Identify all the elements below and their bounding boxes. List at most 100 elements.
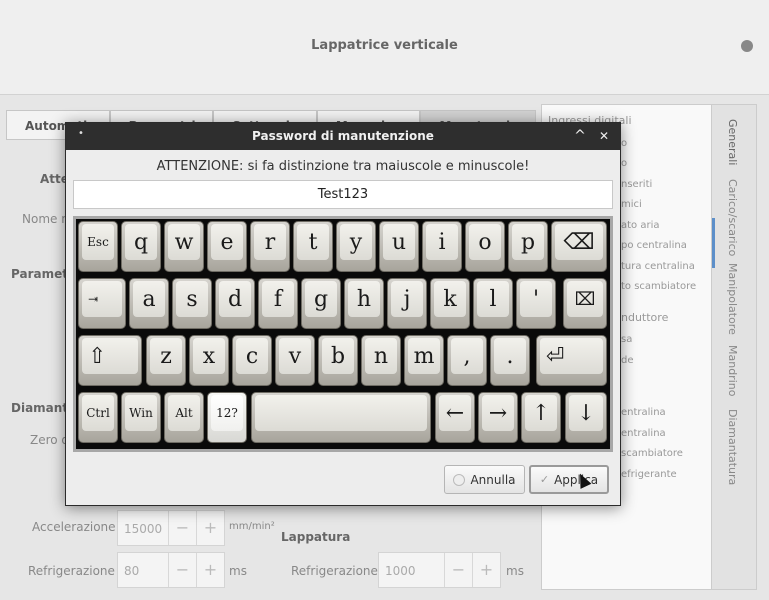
key-label: Ctrl [82, 395, 114, 431]
delete-icon: ⌧ [567, 281, 603, 317]
key-a[interactable]: a [129, 278, 169, 329]
refrig-plus-button[interactable]: + [196, 553, 224, 587]
accel-stepper[interactable]: 15000 − + [117, 510, 225, 546]
key-c[interactable]: c [232, 335, 272, 386]
accel-minus-button[interactable]: − [168, 511, 196, 545]
key-win[interactable]: Win [121, 392, 161, 443]
key-p[interactable]: p [508, 221, 548, 272]
close-icon[interactable]: ✕ [594, 126, 614, 146]
list-item: o [621, 138, 628, 149]
key-f[interactable]: f [258, 278, 298, 329]
key-j[interactable]: j [387, 278, 427, 329]
key-alt[interactable]: Alt [164, 392, 204, 443]
key-down[interactable]: ↓ [565, 392, 607, 443]
key-l[interactable]: l [473, 278, 513, 329]
list-item: mici [621, 199, 642, 210]
key-enter[interactable]: ⏎ [536, 335, 607, 386]
refrig-stepper[interactable]: 80 − + [117, 552, 225, 588]
key-ctrl[interactable]: Ctrl [78, 392, 118, 443]
vtab-diamantatura[interactable]: Diamantatura [726, 409, 739, 485]
key-e[interactable]: e [207, 221, 247, 272]
key-z[interactable]: z [146, 335, 186, 386]
check-icon: ✓ [539, 473, 550, 486]
key-label: o [469, 224, 501, 260]
list-item: de [621, 355, 634, 366]
refrig-label: Refrigerazione [28, 564, 115, 578]
key-h[interactable]: h [344, 278, 384, 329]
refrig2-stepper[interactable]: 1000 − + [378, 552, 501, 588]
accel-plus-button[interactable]: + [196, 511, 224, 545]
app-header: Lappatrice verticale [0, 0, 769, 95]
list-item: nseriti [621, 179, 653, 190]
key-label: Win [125, 395, 157, 431]
key-label: b [322, 338, 354, 374]
power-icon[interactable] [741, 40, 753, 52]
key-space[interactable] [251, 392, 431, 443]
vtab-carico-scarico[interactable]: Carico/scarico [726, 179, 739, 256]
key-esc[interactable]: Esc [78, 221, 118, 272]
vertical-tabs: Generali Carico/scarico Manipolatore Man… [712, 104, 757, 590]
key-comma[interactable]: , [447, 335, 487, 386]
key-s[interactable]: s [172, 278, 212, 329]
vtab-generali[interactable]: Generali [726, 119, 739, 165]
refrig2-plus-button[interactable]: + [472, 553, 500, 587]
arrow-left-icon: ← [439, 395, 471, 431]
accel-label: Accelerazione [32, 520, 116, 534]
key-backspace[interactable]: ⌫ [551, 221, 607, 272]
key-apostrophe[interactable]: ' [516, 278, 556, 329]
key-label: q [125, 224, 157, 260]
refrig-minus-button[interactable]: − [168, 553, 196, 587]
key-o[interactable]: o [465, 221, 505, 272]
key-g[interactable]: g [301, 278, 341, 329]
key-n[interactable]: n [361, 335, 401, 386]
key-d[interactable]: d [215, 278, 255, 329]
list-item: scambiatore [621, 448, 683, 459]
vtab-manipolatore[interactable]: Manipolatore [726, 263, 739, 335]
list-item: nduttore [621, 311, 669, 324]
key-w[interactable]: w [164, 221, 204, 272]
key-label: . [494, 338, 526, 374]
list-item: to scambiatore [621, 281, 697, 292]
key-r[interactable]: r [250, 221, 290, 272]
arrow-up-icon: ↑ [525, 395, 557, 431]
dialog-titlebar[interactable]: • Password di manutenzione ^ ✕ [66, 123, 620, 150]
key-label: y [340, 224, 372, 260]
key-symbols[interactable]: 12? [207, 392, 247, 443]
accel-value: 15000 [124, 522, 163, 536]
key-q[interactable]: q [121, 221, 161, 272]
key-i[interactable]: i [422, 221, 462, 272]
key-label: c [236, 338, 268, 374]
key-v[interactable]: v [275, 335, 315, 386]
key-label: h [348, 281, 380, 317]
key-t[interactable]: t [293, 221, 333, 272]
refrig2-minus-button[interactable]: − [444, 553, 472, 587]
minimize-icon[interactable]: ^ [570, 126, 590, 146]
key-tab[interactable]: ⇥ [78, 278, 126, 329]
key-label: w [168, 224, 200, 260]
key-m[interactable]: m [404, 335, 444, 386]
key-up[interactable]: ↑ [521, 392, 561, 443]
shift-icon: ⇧ [82, 338, 138, 374]
key-delete[interactable]: ⌧ [563, 278, 607, 329]
key-y[interactable]: y [336, 221, 376, 272]
refrig-value: 80 [124, 564, 140, 578]
tab-indicator [712, 218, 715, 268]
apply-button[interactable]: ✓ Applica [529, 465, 609, 494]
key-label: i [426, 224, 458, 260]
key-label: a [133, 281, 165, 317]
virtual-keyboard: Esc q w e r t y u i o p ⌫ ⇥ a s d f g h … [73, 216, 613, 452]
cancel-button[interactable]: Annulla [444, 465, 525, 494]
password-input[interactable]: Test123 [73, 180, 613, 209]
key-b[interactable]: b [318, 335, 358, 386]
cancel-icon [453, 473, 466, 486]
key-k[interactable]: k [430, 278, 470, 329]
vtab-mandrino[interactable]: Mandrino [726, 345, 739, 396]
key-shift[interactable]: ⇧ [78, 335, 142, 386]
key-right[interactable]: → [478, 392, 518, 443]
key-x[interactable]: x [189, 335, 229, 386]
key-period[interactable]: . [490, 335, 530, 386]
key-u[interactable]: u [379, 221, 419, 272]
key-left[interactable]: ← [435, 392, 475, 443]
key-label: v [279, 338, 311, 374]
key-label: k [434, 281, 466, 317]
